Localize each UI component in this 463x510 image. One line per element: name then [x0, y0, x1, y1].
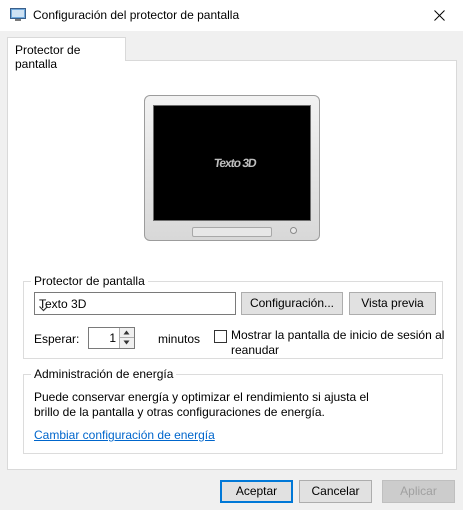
- screensaver-select[interactable]: Texto 3D: [34, 292, 236, 315]
- stepper-up-button[interactable]: [119, 328, 134, 338]
- close-icon: [434, 10, 445, 21]
- monitor-preview: Texto 3D: [144, 95, 320, 241]
- wait-minutes-value: 1: [109, 331, 116, 345]
- preview-button[interactable]: Vista previa: [349, 292, 436, 315]
- apply-button[interactable]: Aplicar: [382, 480, 455, 503]
- close-button[interactable]: [417, 0, 463, 31]
- preview-screen-text: Texto 3D: [213, 156, 257, 170]
- chevron-up-icon: [123, 330, 130, 335]
- show-logon-screen-label-line1: Mostrar la pantalla de inicio de sesión …: [231, 328, 445, 342]
- wait-label: Esperar:: [34, 332, 80, 346]
- minutes-label: minutos: [158, 332, 201, 346]
- monitor-base: [192, 227, 272, 237]
- show-logon-screen-checkbox[interactable]: [214, 330, 227, 343]
- tab-label: Protector de pantalla: [15, 43, 81, 71]
- power-description-line2: brillo de la pantalla y otras configurac…: [34, 405, 325, 419]
- screensaver-group-legend: Protector de pantalla: [31, 274, 148, 288]
- chevron-down-icon: [39, 301, 229, 315]
- ok-button[interactable]: Aceptar: [220, 480, 293, 503]
- tab-protector-de-pantalla[interactable]: Protector de pantalla: [7, 37, 126, 71]
- power-description-line1: Puede conservar energía y optimizar el r…: [34, 390, 369, 404]
- chevron-down-icon: [123, 340, 130, 345]
- wait-minutes-stepper[interactable]: 1: [88, 327, 135, 349]
- power-group-legend: Administración de energía: [31, 367, 177, 381]
- preview-screen: Texto 3D: [153, 105, 311, 221]
- settings-button[interactable]: Configuración...: [241, 292, 343, 315]
- screensaver-settings-icon: [10, 8, 26, 22]
- stepper-down-button[interactable]: [119, 338, 134, 348]
- monitor-power-led-icon: [290, 227, 297, 234]
- window-title: Configuración del protector de pantalla: [33, 8, 240, 22]
- cancel-button[interactable]: Cancelar: [299, 480, 372, 503]
- title-bar: Configuración del protector de pantalla: [0, 0, 463, 31]
- show-logon-screen-label-line2: reanudar: [231, 343, 280, 357]
- change-power-settings-link[interactable]: Cambiar configuración de energía: [34, 428, 215, 442]
